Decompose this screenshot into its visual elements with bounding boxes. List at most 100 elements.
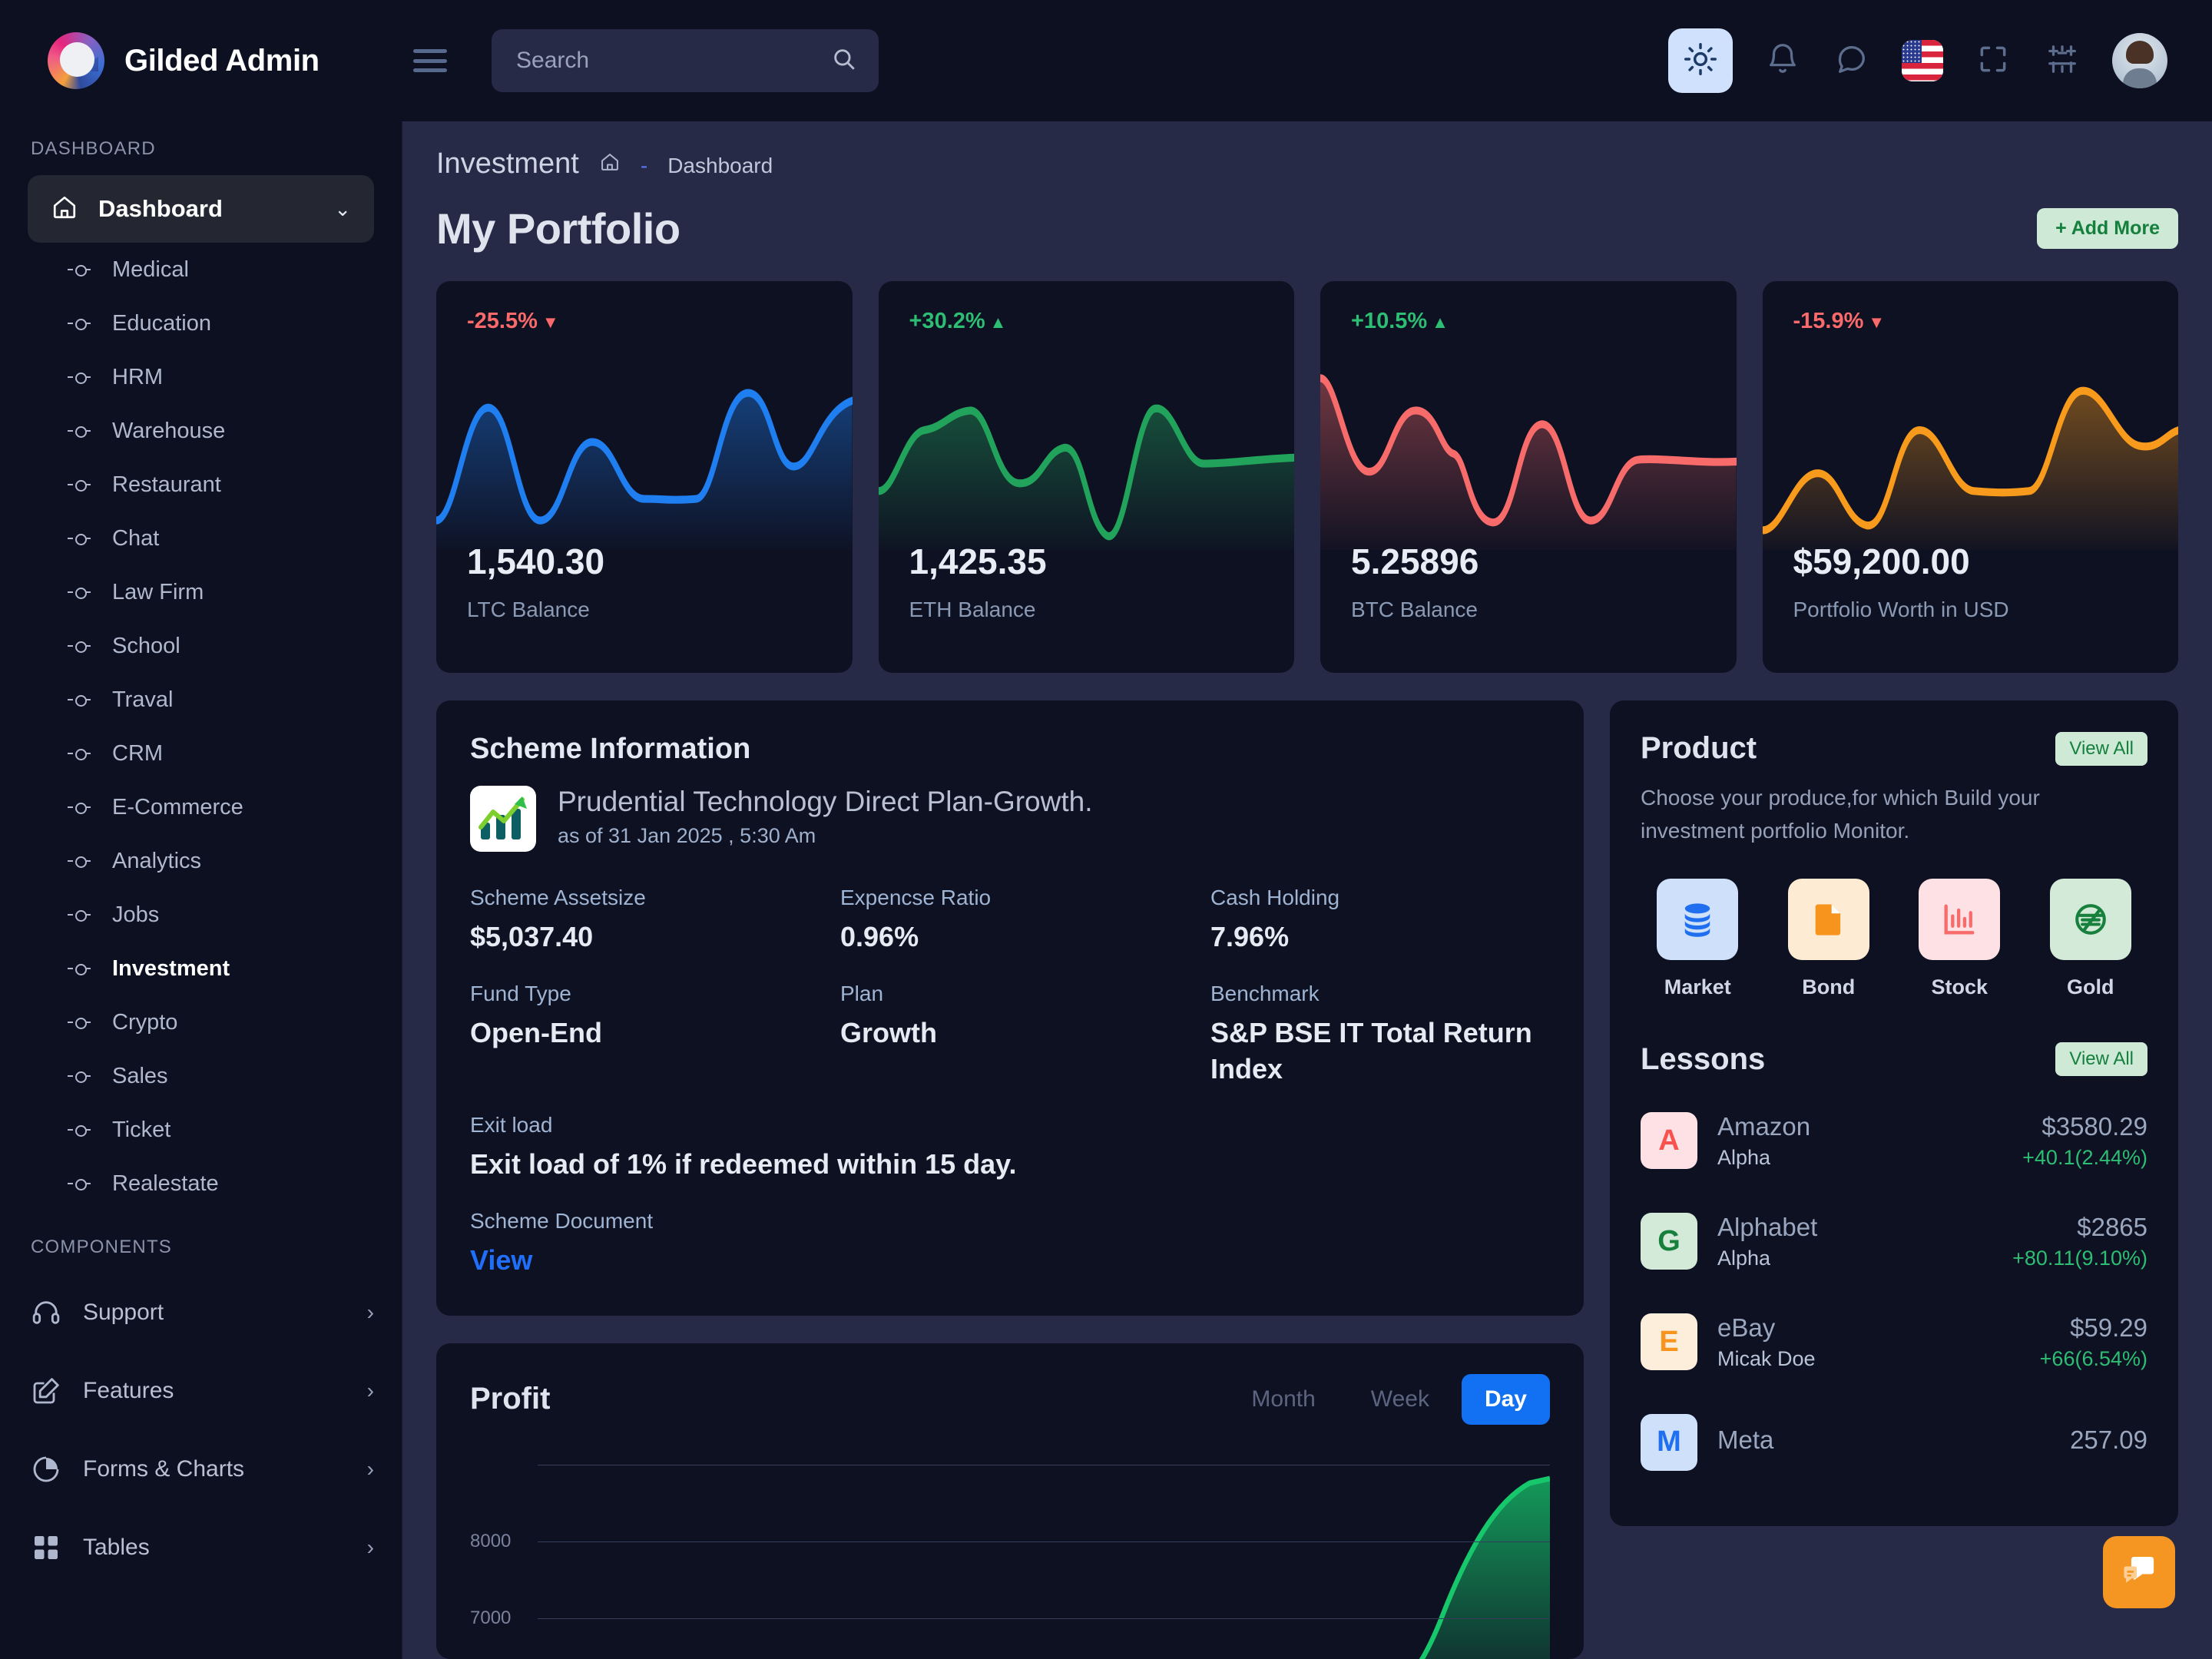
product-list: Market Bond Stock Gold (1641, 878, 2148, 999)
document-icon (1787, 878, 1869, 960)
sidebar-item-label: School (112, 633, 180, 658)
stat-value: $59,200.00 (1793, 541, 1970, 581)
sidebar-item-support[interactable]: Support › (28, 1273, 374, 1352)
product-item-stock[interactable]: Stock (1902, 878, 2017, 999)
sidebar-item-traval[interactable]: Traval (28, 673, 374, 727)
sidebar-item-features[interactable]: Features › (28, 1352, 374, 1430)
sidebar-item-sales[interactable]: Sales (28, 1049, 374, 1103)
sidebar-item-dashboard-label: Dashboard (98, 195, 223, 222)
lessons-view-all-button[interactable]: View All (2055, 1042, 2147, 1077)
us-flag-icon[interactable] (1902, 40, 1943, 81)
product-item-label: Gold (2067, 975, 2114, 998)
sidebar-item-label: Realestate (112, 1171, 219, 1196)
product-item-market[interactable]: Market (1641, 878, 1755, 999)
database-icon (1657, 878, 1739, 960)
stat-change: -25.5% ▼ (467, 309, 822, 334)
add-more-button[interactable]: + Add More (2037, 208, 2178, 249)
hamburger-icon[interactable] (413, 49, 447, 72)
profit-range-month[interactable]: Month (1228, 1374, 1338, 1425)
lesson-name: Amazon (1717, 1111, 1811, 1141)
sidebar-item-education[interactable]: Education (28, 296, 374, 350)
search-box[interactable] (492, 29, 879, 92)
sidebar-item-ticket[interactable]: Ticket (28, 1103, 374, 1157)
stat-card[interactable]: -15.9% ▼ $59,200.00 Portfolio Worth in USD (1762, 281, 2178, 673)
chat-support-button[interactable] (2103, 1536, 2175, 1608)
scheme-field-value: Growth (840, 1016, 937, 1048)
stat-change-value: -25.5% (467, 309, 538, 333)
sidebar-item-label: Restaurant (112, 472, 221, 497)
bullet-icon (68, 480, 91, 492)
sidebar-item-forms-charts[interactable]: Forms & Charts › (28, 1430, 374, 1508)
fullscreen-button[interactable] (1974, 41, 2012, 80)
sidebar-item-analytics[interactable]: Analytics (28, 834, 374, 888)
sidebar-item-school[interactable]: School (28, 619, 374, 673)
sidebar-item-e-commerce[interactable]: E-Commerce (28, 780, 374, 834)
scheme-information-panel: Scheme Information Prudential Technology… (436, 700, 1584, 1316)
product-view-all-button[interactable]: View All (2055, 731, 2147, 766)
sidebar-item-law-firm[interactable]: Law Firm (28, 565, 374, 619)
lesson-row[interactable]: M Meta 257.09 (1641, 1392, 2147, 1492)
sidebar-item-investment[interactable]: Investment (28, 942, 374, 995)
home-icon[interactable] (599, 151, 621, 178)
stat-change-value: +10.5% (1351, 309, 1428, 333)
lesson-figures: $3580.29 +40.1(2.44%) (2022, 1112, 2147, 1170)
scheme-field-label: Expencse Ratio (840, 886, 992, 909)
lesson-figures: 257.09 (2070, 1426, 2147, 1459)
chart-y-tick: 7000 (470, 1607, 512, 1628)
sidebar-item-label: CRM (112, 740, 164, 766)
stat-value: 5.25896 (1351, 541, 1479, 581)
sidebar-item-warehouse[interactable]: Warehouse (28, 404, 374, 458)
sidebar-item-realestate[interactable]: Realestate (28, 1157, 374, 1210)
sidebar-item-crypto[interactable]: Crypto (28, 995, 374, 1049)
sidebar: DASHBOARD Dashboard ⌄ Medical Education HR… (0, 121, 402, 1659)
theme-toggle-button[interactable] (1668, 28, 1733, 93)
product-item-gold[interactable]: Gold (2034, 878, 2148, 999)
messages-button[interactable] (1833, 41, 1871, 80)
topbar-actions (1668, 28, 2212, 93)
stat-card[interactable]: -25.5% ▼ 1,540.30 LTC Balance (436, 281, 853, 673)
bullet-icon (68, 910, 91, 922)
product-item-bond[interactable]: Bond (1772, 878, 1886, 999)
scheme-field-label: Cash Holding (1210, 886, 1340, 909)
sidebar-item-crm[interactable]: CRM (28, 727, 374, 780)
scheme-field-label: Fund Type (470, 981, 571, 1005)
product-item-label: Stock (1931, 975, 1988, 998)
scheme-field-label: Plan (840, 981, 884, 1005)
sidebar-item-label: Crypto (112, 1009, 178, 1035)
sidebar-item-tables[interactable]: Tables › (28, 1508, 374, 1587)
sidebar-item-chat[interactable]: Chat (28, 512, 374, 565)
chart-gridline (538, 1541, 1550, 1542)
scheme-title: Scheme Information (470, 733, 751, 765)
scheme-field-value[interactable]: View (470, 1243, 810, 1279)
profit-range-day[interactable]: Day (1461, 1373, 1550, 1425)
lesson-row[interactable]: A Amazon Alpha $3580.29 +40.1(2.44%) (1641, 1091, 2147, 1191)
sidebar-item-medical[interactable]: Medical (28, 243, 374, 296)
stat-change: +30.2% ▲ (909, 309, 1264, 334)
sidebar-item-label: Tables (83, 1535, 150, 1560)
lesson-row[interactable]: EeBay Micak Doe $59.29 +66(6.54%) (1641, 1292, 2147, 1392)
brand[interactable]: Gilded Admin (0, 32, 402, 89)
sidebar-item-jobs[interactable]: Jobs (28, 888, 374, 942)
notifications-button[interactable] (1763, 41, 1802, 80)
avatar[interactable] (2112, 33, 2167, 88)
profit-chart: 800070006000 (470, 1455, 1550, 1659)
sidebar-item-hrm[interactable]: HRM (28, 350, 374, 404)
search-input[interactable] (516, 48, 854, 74)
stat-card[interactable]: +10.5% ▲ 5.25896 BTC Balance (1320, 281, 1737, 673)
bullet-icon (68, 373, 91, 384)
sidebar-item-label: Ticket (112, 1117, 171, 1142)
lesson-change: +66(6.54%) (2039, 1346, 2147, 1370)
lesson-info: Alphabet Alpha (1717, 1213, 1817, 1270)
bullet-icon (68, 749, 91, 760)
scheme-field-label: Exit load (470, 1113, 553, 1137)
sidebar-item-restaurant[interactable]: Restaurant (28, 458, 374, 512)
sidebar-item-dashboard[interactable]: Dashboard ⌄ (28, 175, 374, 243)
stat-card[interactable]: +30.2% ▲ 1,425.35 ETH Balance (878, 281, 1294, 673)
lesson-row[interactable]: G Alphabet Alpha $2865 +80.11(9.10%) (1641, 1191, 2147, 1292)
stat-caption: LTC Balance (467, 598, 590, 621)
profit-range-week[interactable]: Week (1348, 1374, 1452, 1425)
breadcrumb-current[interactable]: Dashboard (667, 154, 773, 178)
scheme-field-value: $5,037.40 (470, 921, 594, 952)
settings-button[interactable] (2043, 41, 2081, 80)
fullscreen-icon (1976, 42, 2010, 80)
